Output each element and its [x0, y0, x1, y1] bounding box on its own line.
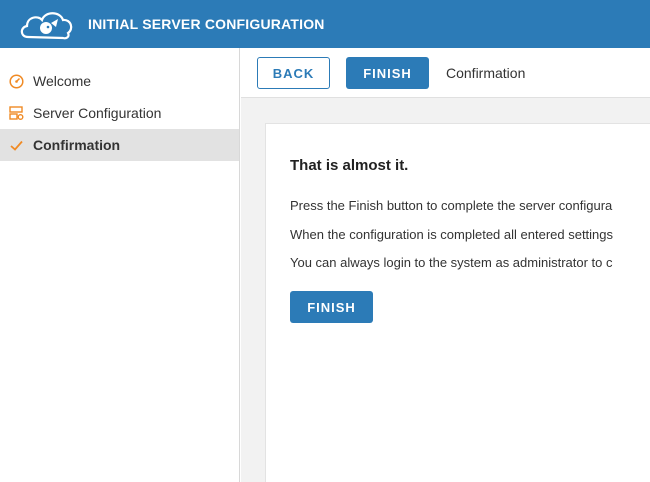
- breadcrumb: Confirmation: [446, 65, 526, 81]
- sidebar-item-confirmation[interactable]: Confirmation: [0, 129, 239, 161]
- sidebar-item-server-configuration[interactable]: Server Configuration: [0, 97, 239, 129]
- app-header: INITIAL SERVER CONFIGURATION: [0, 0, 650, 48]
- sidebar-item-label: Welcome: [33, 73, 92, 89]
- page-title: That is almost it.: [290, 157, 409, 174]
- paragraph-finish-instruction: Press the Finish button to complete the …: [290, 198, 613, 213]
- sidebar-item-label: Server Configuration: [33, 105, 162, 121]
- wizard-toolbar: BACK FINISH Confirmation: [241, 48, 650, 98]
- back-button[interactable]: BACK: [257, 57, 330, 89]
- content-area: That is almost it. Press the Finish butt…: [241, 98, 650, 482]
- finish-button-toolbar[interactable]: FINISH: [346, 57, 429, 89]
- paragraph-admin-login-note: You can always login to the system as ad…: [290, 255, 613, 270]
- check-icon: [10, 140, 23, 151]
- confirmation-panel: That is almost it. Press the Finish butt…: [265, 123, 650, 482]
- app-title: INITIAL SERVER CONFIGURATION: [88, 16, 325, 32]
- finish-button[interactable]: FINISH: [290, 291, 373, 323]
- sidebar-item-label: Confirmation: [33, 137, 121, 153]
- dashboard-icon: [9, 74, 24, 89]
- paragraph-settings-note: When the configuration is completed all …: [290, 227, 614, 242]
- sidebar: Welcome Server Configuration Confirmatio…: [0, 48, 240, 482]
- sidebar-item-welcome[interactable]: Welcome: [0, 65, 239, 97]
- cloud-mascot-logo-icon: [20, 12, 73, 40]
- server-settings-icon: [9, 106, 24, 120]
